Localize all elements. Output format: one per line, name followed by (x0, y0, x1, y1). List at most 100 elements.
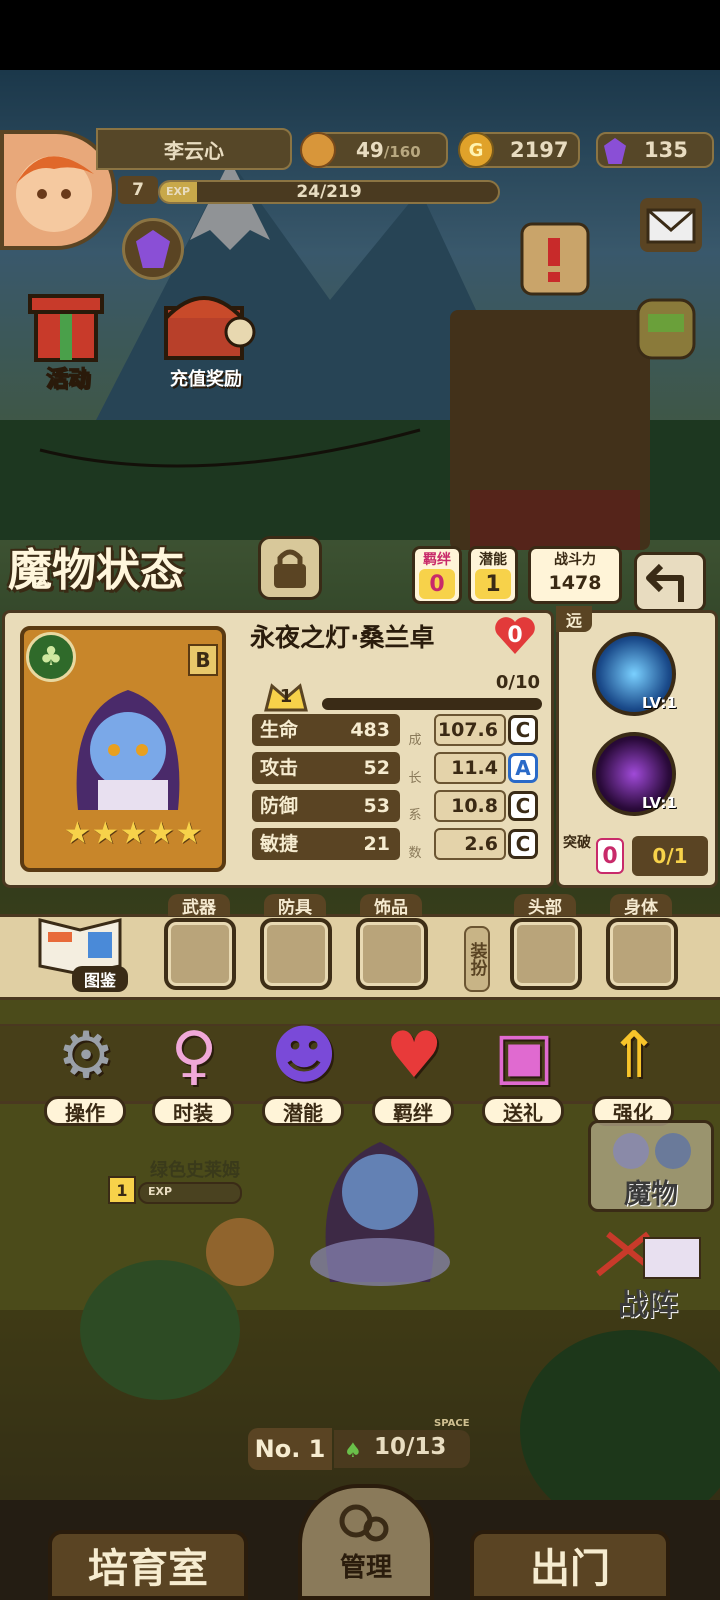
potential-value: 1 (475, 569, 511, 599)
bag-button[interactable] (626, 286, 706, 366)
star-icon: ★ (119, 816, 147, 851)
star-icon: ★ (91, 816, 119, 851)
breakthrough-progress: 0/1 (632, 836, 708, 876)
star-icon: ★ (147, 816, 175, 851)
stat-value: 53 (363, 795, 390, 817)
player-level: 7 (118, 176, 158, 204)
formation-button-label: 战阵 (618, 1288, 678, 1323)
power-counter: 战斗力 1478 (528, 546, 622, 604)
stamina-counter[interactable]: 49/160 (300, 132, 448, 168)
monster-group-icon (613, 1133, 691, 1169)
star-icon: ★ (64, 816, 91, 851)
monster-exp-bar (322, 698, 542, 710)
monsters-button-label: 魔物 (624, 1178, 678, 1210)
stamina-max: /160 (383, 143, 421, 161)
mail-button[interactable] (640, 198, 702, 252)
buy-gem-button[interactable] (122, 218, 184, 280)
stat-growth: 11.4 (434, 752, 506, 784)
handbook-button[interactable]: 图鉴 (30, 910, 130, 996)
outfit-icon: ♀ (170, 1019, 218, 1093)
back-arrow-icon (646, 563, 684, 602)
body-slot-label: 身体 (610, 894, 672, 918)
monster-status-title: 魔物状态 (8, 545, 184, 596)
gem-value: 135 (644, 138, 688, 162)
nav-nursery[interactable]: 培育室 (48, 1530, 248, 1600)
nav-manage-label: 管理 (339, 1552, 392, 1583)
recharge-reward-button[interactable]: 充值奖励 (148, 278, 264, 394)
gift-box-icon (28, 294, 104, 362)
gear-icon: ⚙ (57, 1019, 115, 1093)
padlock-icon (274, 549, 306, 588)
skill-slot-2[interactable]: LV:1 (592, 732, 677, 816)
field-monster-sprite[interactable] (290, 1112, 470, 1292)
star-icon: ★ (175, 816, 203, 851)
gift-icon: ▣ (493, 1019, 555, 1093)
head-slot-label: 头部 (514, 894, 576, 918)
growth-label-char: 成 (408, 733, 422, 749)
weapon-slot[interactable] (164, 918, 236, 990)
bond-counter: 羁绊 0 (412, 546, 462, 604)
nav-exit[interactable]: 出门 (470, 1530, 670, 1600)
monsters-button[interactable]: 魔物 (588, 1120, 714, 1212)
accessory-slot-label: 饰品 (360, 894, 422, 918)
action-button-2[interactable]: ☻ 潜能 (258, 1014, 350, 1126)
bread-icon (300, 132, 336, 168)
accessory-slot[interactable] (356, 918, 428, 990)
skill-slot-1[interactable]: LV:1 (592, 632, 677, 716)
body-slot[interactable] (606, 918, 678, 990)
breakthrough-value: 0 (596, 838, 624, 874)
recharge-reward-label: 充值奖励 (170, 369, 242, 390)
potential-counter: 潜能 1 (468, 546, 518, 604)
quest-scroll-button[interactable] (512, 214, 602, 304)
action-button-5[interactable]: ⇑ 强化 (588, 1014, 680, 1126)
growth-label-char: 长 (408, 770, 422, 786)
action-button-1[interactable]: ♀ 时装 (148, 1014, 240, 1126)
armor-slot-label: 防具 (264, 894, 326, 918)
action-label: 操作 (44, 1096, 126, 1126)
stat-growth: 10.8 (434, 790, 506, 822)
skill-1-level: LV:1 (642, 694, 677, 712)
action-button-4[interactable]: ▣ 送礼 (478, 1014, 570, 1126)
handbook-label: 图鉴 (72, 966, 128, 992)
action-button-0[interactable]: ⚙ 操作 (40, 1014, 132, 1126)
star-rating: ★ ★ ★ ★ ★ (64, 816, 203, 851)
backpack-icon (636, 298, 696, 360)
formation-button[interactable]: 战阵 (588, 1224, 714, 1328)
stat-grade-badge: C (508, 715, 538, 745)
activity-button[interactable]: 活动 (14, 278, 118, 394)
stat-grade-badge: A (508, 753, 538, 783)
stat-value: 52 (363, 757, 390, 779)
lock-button[interactable] (258, 536, 322, 600)
nav-manage[interactable]: 管理 (298, 1484, 434, 1600)
player-name: 李云心 (96, 128, 292, 170)
skill-2-level: LV:1 (642, 794, 677, 812)
armor-slot[interactable] (260, 918, 332, 990)
slime-level: 1 (108, 1176, 136, 1204)
space-value: 10/13 (374, 1434, 447, 1460)
stat-grade-badge: C (508, 791, 538, 821)
monster-level-badge: 1 (264, 676, 308, 716)
dress-up-label: 装扮 (464, 926, 490, 992)
upgrade-arrows-icon: ⇑ (607, 1019, 661, 1093)
treasure-chest-icon (164, 296, 256, 360)
stat-value: 483 (350, 719, 390, 741)
activity-label: 活动 (45, 367, 90, 393)
gem-counter[interactable]: 135 (596, 132, 714, 168)
action-button-3[interactable]: ♥ 羁绊 (368, 1014, 460, 1126)
head-slot[interactable] (510, 918, 582, 990)
demon-icon: ☻ (270, 1019, 338, 1093)
player-exp-text: 24/219 (296, 182, 362, 202)
monster-sprite-icon (310, 1142, 450, 1286)
gold-counter[interactable]: G 2197 (458, 132, 580, 168)
manage-icon (339, 1504, 389, 1541)
status-bar (0, 0, 720, 70)
monster-level: 1 (279, 685, 293, 707)
stat-growth: 107.6 (434, 714, 506, 746)
stat-value: 21 (363, 833, 390, 855)
back-button[interactable] (634, 552, 706, 612)
stat-grade-badge: C (508, 829, 538, 859)
room-number: No. 1 (248, 1428, 332, 1470)
monster-portrait-card[interactable]: ♣ B ★ ★ ★ ★ ★ (20, 626, 226, 872)
power-value: 1478 (548, 572, 602, 594)
weapon-slot-label: 武器 (168, 894, 230, 918)
